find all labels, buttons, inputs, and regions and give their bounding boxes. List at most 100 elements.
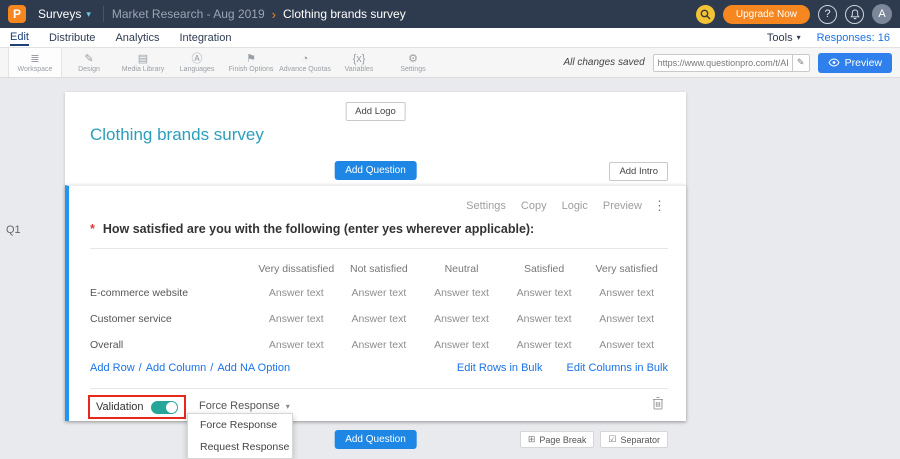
survey-header-section: Add Logo Clothing brands survey Add Ques… bbox=[65, 92, 686, 185]
chevron-down-icon: ▾ bbox=[797, 33, 801, 42]
survey-canvas: Q1 Add Logo Clothing brands survey Add Q… bbox=[0, 78, 900, 456]
kebab-menu-icon[interactable]: ⋮ bbox=[653, 198, 666, 214]
user-avatar[interactable]: A bbox=[872, 4, 892, 24]
help-icon: ? bbox=[824, 8, 830, 20]
question-copy-link[interactable]: Copy bbox=[521, 200, 547, 212]
question-text-row[interactable]: * How satisfied are you with the followin… bbox=[90, 222, 668, 236]
edit-url-button[interactable]: ✎ bbox=[792, 55, 809, 71]
row-label[interactable]: E-commerce website bbox=[90, 287, 255, 299]
answer-text-cell[interactable]: Answer text bbox=[503, 339, 586, 351]
table-row: E-commerce website Answer text Answer te… bbox=[90, 280, 668, 306]
table-row: Overall Answer text Answer text Answer t… bbox=[90, 332, 668, 358]
add-question-button-bottom[interactable]: Add Question bbox=[334, 430, 417, 449]
question-text: How satisfied are you with the following… bbox=[103, 222, 534, 236]
toolbar-item-settings[interactable]: ⚙ Settings bbox=[386, 48, 440, 77]
toolbar-item-advance-quotas[interactable]: ◔ Advance Quotas bbox=[278, 48, 332, 77]
questionpro-logo[interactable]: P bbox=[8, 5, 26, 23]
eye-icon bbox=[828, 58, 840, 67]
toolbar-item-workspace[interactable]: ≣ Workspace bbox=[8, 48, 62, 77]
question-number-label: Q1 bbox=[6, 224, 21, 236]
answer-text-cell[interactable]: Answer text bbox=[420, 339, 503, 351]
pencil-icon: ✎ bbox=[797, 57, 805, 68]
edit-rows-in-bulk-link[interactable]: Edit Rows in Bulk bbox=[457, 362, 543, 374]
tab-analytics[interactable]: Analytics bbox=[115, 30, 159, 45]
main-nav: Edit Distribute Analytics Integration To… bbox=[0, 28, 900, 48]
toolbar-right: All changes saved ✎ Preview bbox=[563, 48, 892, 77]
tools-menu[interactable]: Tools ▾ bbox=[767, 32, 801, 44]
upgrade-now-button[interactable]: Upgrade Now bbox=[723, 5, 810, 24]
validation-toggle[interactable] bbox=[151, 401, 178, 414]
chevron-down-icon: ▾ bbox=[86, 9, 91, 20]
advance-quotas-icon: ◔ bbox=[302, 53, 309, 65]
answer-text-cell[interactable]: Answer text bbox=[338, 339, 421, 351]
search-button[interactable] bbox=[696, 5, 715, 24]
editor-toolbar: ≣ Workspace ✎ Design ▤ Media Library Ⓐ L… bbox=[0, 48, 900, 78]
row-label[interactable]: Customer service bbox=[90, 313, 255, 325]
delete-question-button[interactable] bbox=[652, 396, 664, 413]
question-preview-link[interactable]: Preview bbox=[603, 200, 642, 212]
page-break-button[interactable]: ⊞ Page Break bbox=[520, 431, 595, 448]
answer-text-cell[interactable]: Answer text bbox=[255, 313, 338, 325]
surveys-menu[interactable]: Surveys ▾ bbox=[34, 7, 95, 21]
answer-text-cell[interactable]: Answer text bbox=[585, 313, 668, 325]
column-header: Very dissatisfied bbox=[255, 263, 338, 275]
answer-text-cell[interactable]: Answer text bbox=[420, 313, 503, 325]
nav-right: Tools ▾ Responses: 16 bbox=[767, 32, 890, 44]
toolbar-item-finish-options[interactable]: ⚑ Finish Options bbox=[224, 48, 278, 77]
chevron-down-icon: ▾ bbox=[286, 402, 290, 411]
toggle-knob bbox=[166, 402, 177, 413]
add-intro-button[interactable]: Add Intro bbox=[609, 162, 668, 181]
survey-url-input[interactable] bbox=[654, 55, 792, 71]
edit-columns-in-bulk-link[interactable]: Edit Columns in Bulk bbox=[567, 362, 669, 374]
required-marker: * bbox=[90, 222, 95, 236]
menu-item-request-response[interactable]: Request Response bbox=[188, 436, 292, 458]
add-logo-button[interactable]: Add Logo bbox=[345, 102, 406, 121]
toolbar-item-design[interactable]: ✎ Design bbox=[62, 48, 116, 77]
settings-icon: ⚙ bbox=[408, 53, 418, 65]
row-label[interactable]: Overall bbox=[90, 339, 255, 351]
add-row-link[interactable]: Add Row bbox=[90, 362, 135, 374]
question-block: Settings Copy Logic Preview ⋮ * How satis… bbox=[65, 185, 686, 421]
question-settings-link[interactable]: Settings bbox=[466, 200, 506, 212]
answer-text-cell[interactable]: Answer text bbox=[338, 313, 421, 325]
breadcrumb: Market Research - Aug 2019 › Clothing br… bbox=[112, 7, 406, 22]
add-na-option-link[interactable]: Add NA Option bbox=[217, 362, 290, 374]
annotation-highlight: Validation bbox=[88, 395, 186, 419]
add-question-button-top[interactable]: Add Question bbox=[334, 161, 417, 180]
answer-text-cell[interactable]: Answer text bbox=[503, 313, 586, 325]
separator-button[interactable]: ☑ Separator bbox=[600, 431, 668, 448]
response-type-value: Force Response bbox=[199, 400, 280, 412]
answer-text-cell[interactable]: Answer text bbox=[255, 287, 338, 299]
toolbar-item-media-library[interactable]: ▤ Media Library bbox=[116, 48, 170, 77]
answer-text-cell[interactable]: Answer text bbox=[255, 339, 338, 351]
topbar-actions: Upgrade Now ? A bbox=[696, 4, 892, 24]
answer-text-cell[interactable]: Answer text bbox=[585, 339, 668, 351]
menu-item-force-response[interactable]: Force Response bbox=[188, 414, 292, 436]
chevron-right-icon: › bbox=[272, 7, 276, 22]
tab-edit[interactable]: Edit bbox=[10, 29, 29, 46]
responses-count[interactable]: Responses: 16 bbox=[817, 32, 890, 44]
help-button[interactable]: ? bbox=[818, 5, 837, 24]
response-type-dropdown[interactable]: Force Response ▾ bbox=[199, 400, 290, 412]
survey-title[interactable]: Clothing brands survey bbox=[90, 125, 264, 145]
question-logic-link[interactable]: Logic bbox=[562, 200, 588, 212]
divider bbox=[90, 388, 668, 389]
tools-menu-label: Tools bbox=[767, 32, 793, 44]
notifications-button[interactable] bbox=[845, 5, 864, 24]
response-type-menu: Force Response Request Response bbox=[187, 413, 293, 459]
toolbar-item-languages[interactable]: Ⓐ Languages bbox=[170, 48, 224, 77]
column-header: Neutral bbox=[420, 263, 503, 275]
answer-text-cell[interactable]: Answer text bbox=[503, 287, 586, 299]
answer-grid-header: Very dissatisfied Not satisfied Neutral … bbox=[90, 258, 668, 280]
tab-integration[interactable]: Integration bbox=[179, 30, 231, 45]
preview-button[interactable]: Preview bbox=[818, 53, 892, 73]
answer-text-cell[interactable]: Answer text bbox=[585, 287, 668, 299]
add-column-link[interactable]: Add Column bbox=[146, 362, 207, 374]
answer-text-cell[interactable]: Answer text bbox=[338, 287, 421, 299]
breadcrumb-parent[interactable]: Market Research - Aug 2019 bbox=[112, 7, 265, 21]
tab-distribute[interactable]: Distribute bbox=[49, 30, 95, 45]
answer-text-cell[interactable]: Answer text bbox=[420, 287, 503, 299]
validation-label: Validation bbox=[96, 401, 144, 413]
toolbar-item-variables[interactable]: {x} Variables bbox=[332, 48, 386, 77]
search-icon bbox=[700, 9, 711, 20]
